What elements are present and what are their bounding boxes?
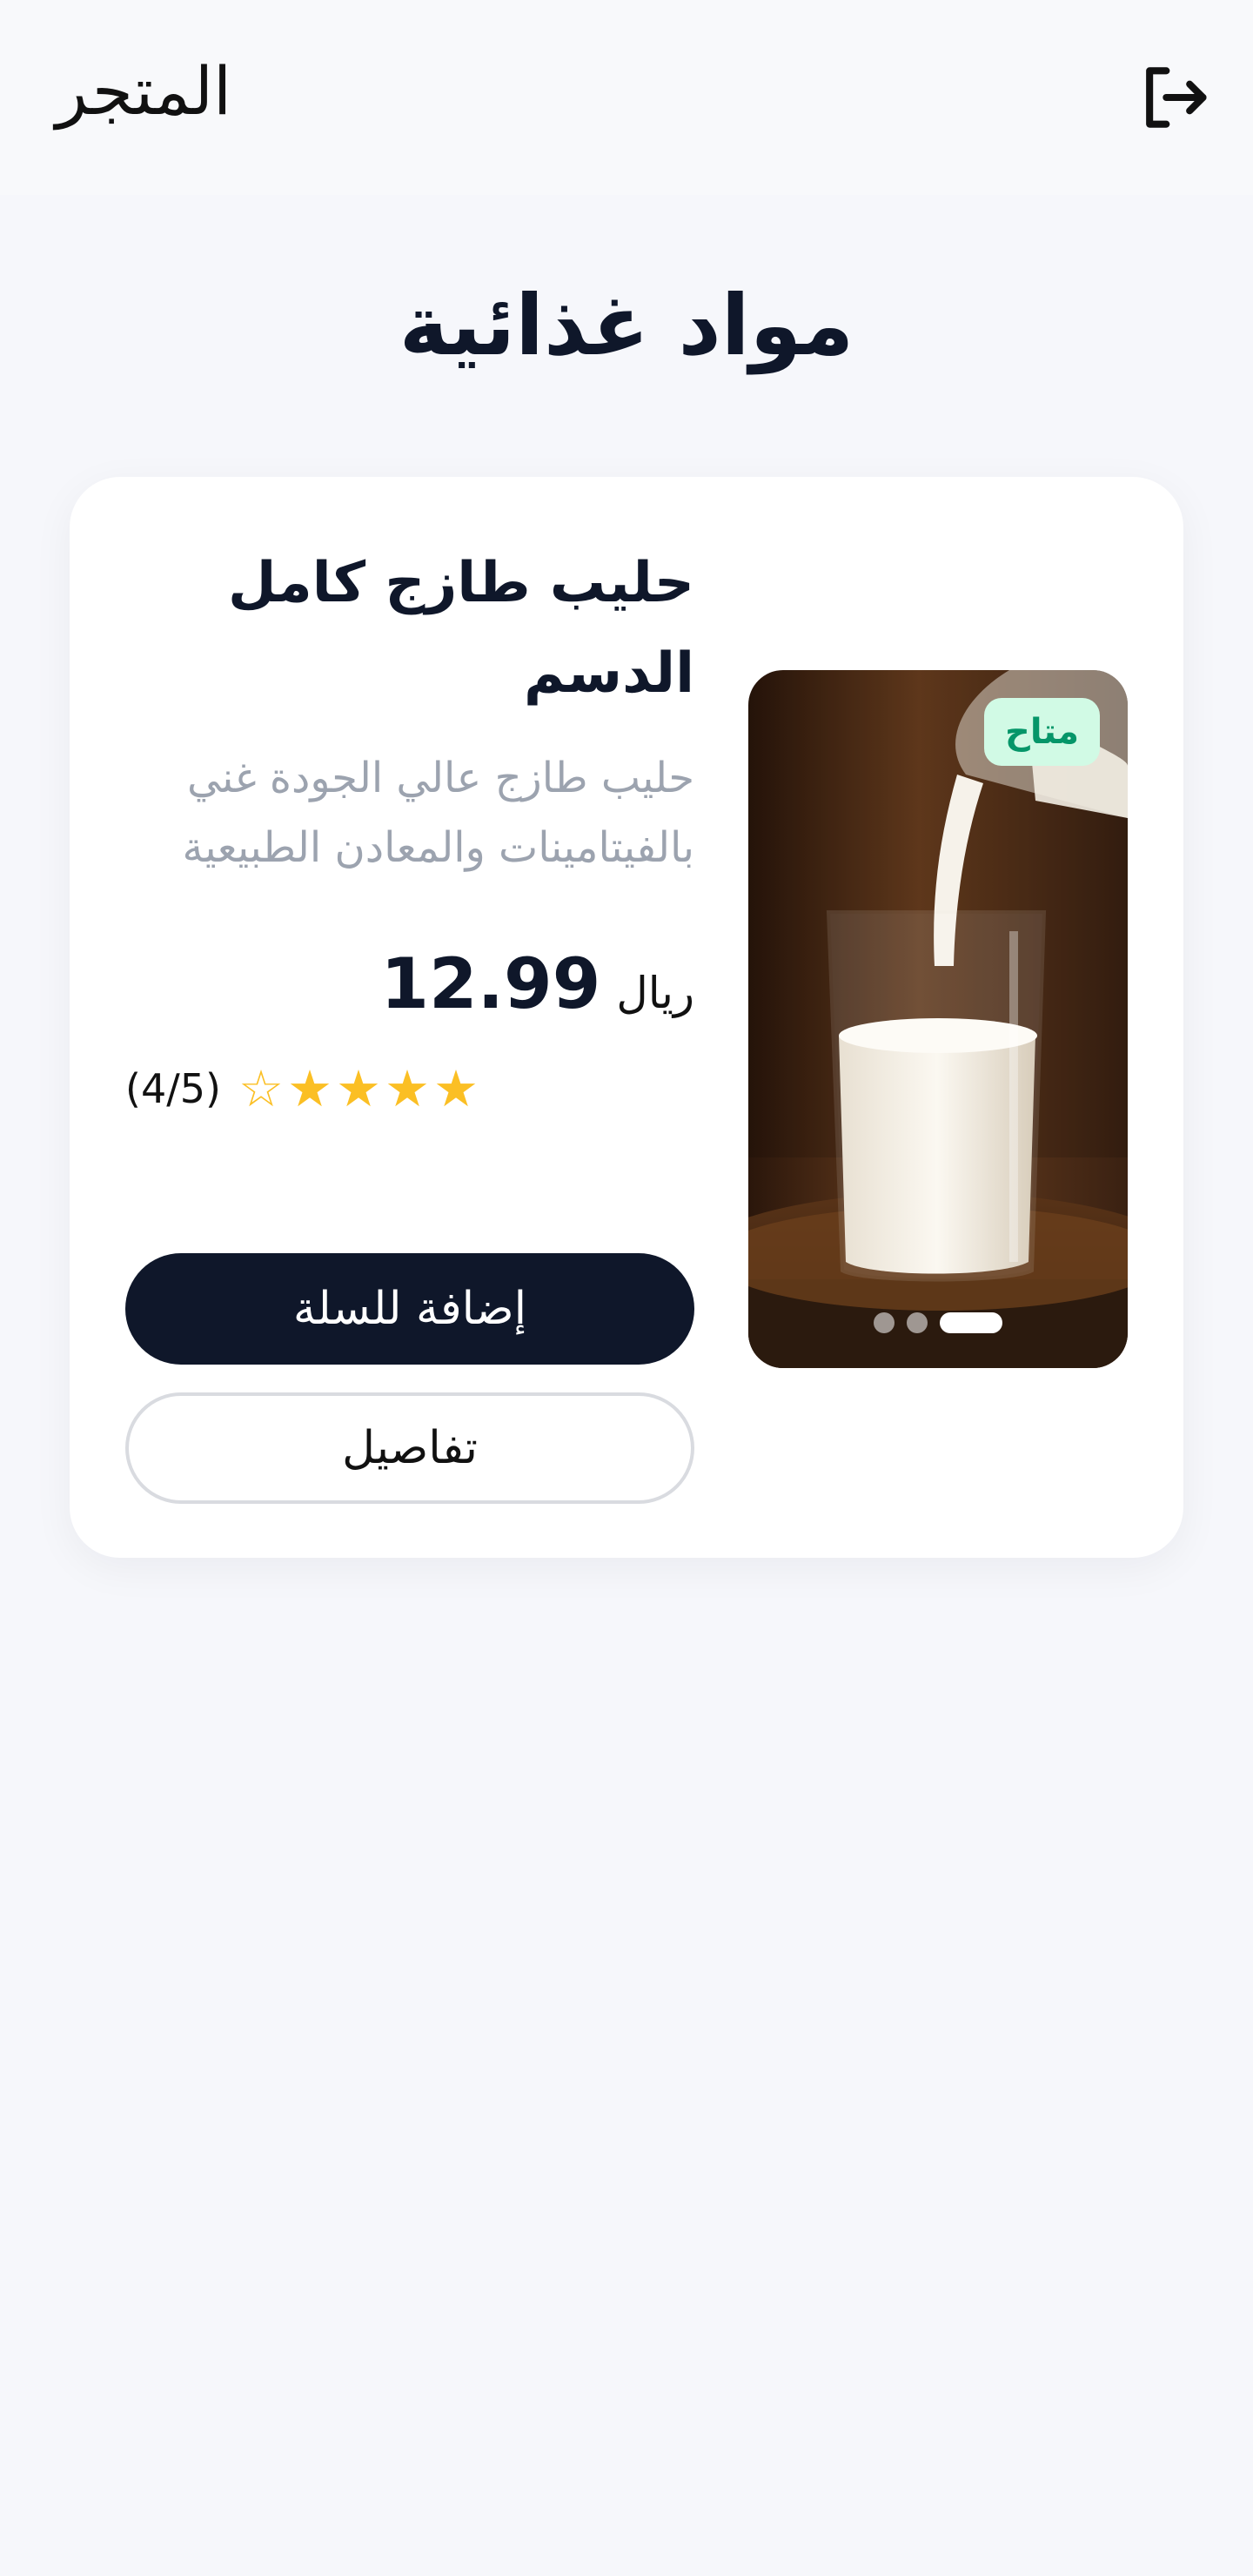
star-filled-icon: ★ bbox=[384, 1059, 430, 1118]
star-filled-icon: ★ bbox=[432, 1059, 479, 1118]
milk-glass-image bbox=[748, 670, 1128, 1368]
rating-stars: ★ ★ ★ ★ ☆ bbox=[238, 1063, 479, 1115]
carousel-indicators bbox=[748, 1312, 1128, 1333]
price-currency: ريال bbox=[616, 968, 694, 1018]
availability-badge: متاح bbox=[984, 698, 1100, 766]
carousel-dot[interactable] bbox=[907, 1312, 928, 1333]
price-value: 12.99 bbox=[380, 943, 601, 1024]
logout-button[interactable] bbox=[1128, 52, 1218, 143]
star-filled-icon: ★ bbox=[335, 1059, 381, 1118]
product-name: حليب طازج كامل الدسم bbox=[228, 551, 694, 706]
price-row: 12.99 ريال bbox=[125, 943, 694, 1024]
app-title: المتجر bbox=[56, 52, 232, 130]
logout-icon bbox=[1146, 67, 1207, 128]
app-bar: المتجر bbox=[0, 0, 1253, 195]
star-empty-icon: ☆ bbox=[238, 1059, 284, 1118]
product-info: حليب طازج كامل الدسم حليب طازج عالي الجو… bbox=[125, 538, 694, 1115]
details-button[interactable]: تفاصيل bbox=[125, 1392, 694, 1504]
product-image-carousel[interactable]: متاح bbox=[748, 670, 1128, 1368]
star-filled-icon: ★ bbox=[286, 1059, 332, 1118]
add-to-cart-button[interactable]: إضافة للسلة bbox=[125, 1253, 694, 1365]
product-card: متاح حليب طازج كامل الدسم حليب طازج عالي… bbox=[70, 477, 1183, 1558]
rating-row: ★ ★ ★ ★ ☆ (4/5) bbox=[125, 1063, 694, 1115]
carousel-dot[interactable] bbox=[874, 1312, 895, 1333]
rating-text: (4/5) bbox=[125, 1065, 221, 1112]
page-heading: مواد غذائية bbox=[399, 277, 854, 374]
product-description: حليب طازج عالي الجودة غني بالفيتامينات و… bbox=[182, 754, 694, 872]
carousel-dot[interactable] bbox=[940, 1312, 1002, 1333]
